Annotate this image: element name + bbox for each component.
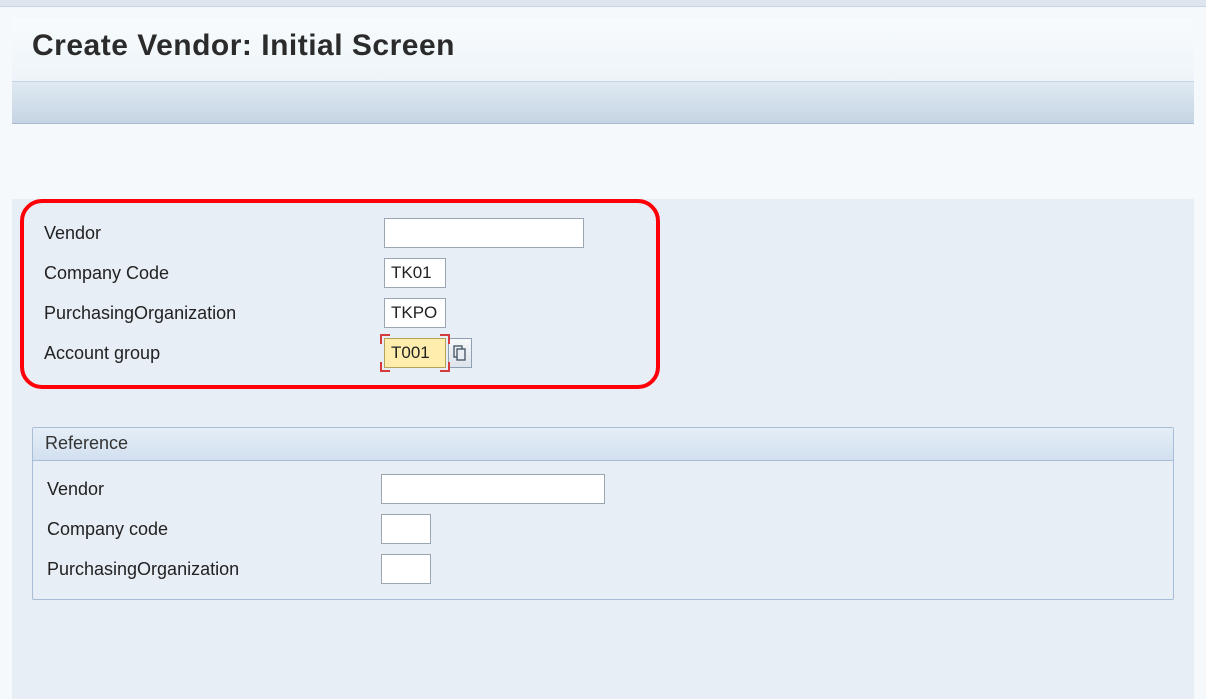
label-vendor: Vendor: [38, 223, 384, 244]
row-ref-company-code: Company code: [41, 509, 1165, 549]
ref-purchasing-org-input[interactable]: [381, 554, 431, 584]
window-frame: Create Vendor: Initial Screen Vendor Com…: [0, 6, 1206, 699]
row-account-group: Account group: [38, 333, 642, 373]
reference-body: Vendor Company code PurchasingOrganizati…: [33, 461, 1173, 599]
row-ref-vendor: Vendor: [41, 469, 1165, 509]
account-group-input[interactable]: [384, 338, 446, 368]
page-title: Create Vendor: Initial Screen: [32, 29, 1174, 63]
account-group-wrap: [384, 338, 472, 368]
application-toolbar: [12, 82, 1194, 124]
label-company-code: Company Code: [38, 263, 384, 284]
row-ref-purchasing-org: PurchasingOrganization: [41, 549, 1165, 589]
company-code-input[interactable]: [384, 258, 446, 288]
label-ref-purchasing-org: PurchasingOrganization: [41, 559, 381, 580]
search-help-icon: [453, 345, 467, 361]
reference-group: Reference Vendor Company code Purchasing…: [32, 427, 1174, 600]
ref-vendor-input[interactable]: [381, 474, 605, 504]
row-vendor: Vendor: [38, 213, 642, 253]
title-bar: Create Vendor: Initial Screen: [12, 19, 1194, 82]
label-ref-vendor: Vendor: [41, 479, 381, 500]
vendor-input[interactable]: [384, 218, 584, 248]
search-help-button[interactable]: [448, 338, 472, 368]
content-area: Vendor Company Code PurchasingOrganizati…: [12, 199, 1194, 699]
label-purchasing-org: PurchasingOrganization: [38, 303, 384, 324]
label-ref-company-code: Company code: [41, 519, 381, 540]
reference-title: Reference: [33, 428, 1173, 461]
label-account-group: Account group: [38, 343, 384, 364]
row-company-code: Company Code: [38, 253, 642, 293]
purchasing-org-input[interactable]: [384, 298, 446, 328]
ref-company-code-input[interactable]: [381, 514, 431, 544]
main-selection-block: Vendor Company Code PurchasingOrganizati…: [20, 199, 660, 389]
row-purchasing-org: PurchasingOrganization: [38, 293, 642, 333]
